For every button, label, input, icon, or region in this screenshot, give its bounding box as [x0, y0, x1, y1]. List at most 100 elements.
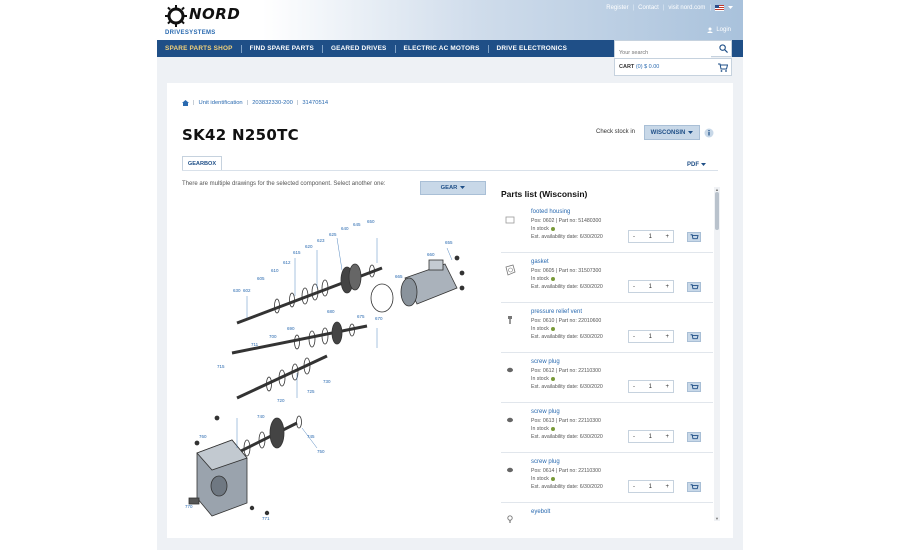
drawing-label[interactable]: 725 — [307, 389, 315, 394]
drawing-label[interactable]: 615 — [293, 250, 301, 255]
quantity-stepper: - 1 + — [628, 480, 674, 493]
user-icon — [707, 27, 714, 33]
nav-spare-parts-shop[interactable]: SPARE PARTS SHOP — [157, 44, 242, 53]
drawing-label[interactable]: 745 — [307, 434, 315, 439]
part-name[interactable]: screw plug — [531, 409, 560, 415]
flag-us-icon[interactable] — [715, 5, 724, 11]
contact-link[interactable]: Contact — [638, 5, 659, 11]
tab-gearbox[interactable]: GEARBOX — [182, 156, 222, 171]
qty-minus-button[interactable]: - — [633, 334, 635, 340]
qty-plus-button[interactable]: + — [665, 484, 669, 490]
drawing-label[interactable]: 675 — [357, 314, 365, 319]
part-name[interactable]: pressure relief vent — [531, 309, 582, 315]
nord-logo[interactable]: NORD DRIVESYSTEMS — [165, 3, 245, 39]
drawing-label[interactable]: 730 — [323, 379, 331, 384]
drawing-select-dropdown[interactable]: GEAR — [420, 181, 486, 195]
drawing-select-value: GEAR — [440, 185, 458, 191]
login-link[interactable]: Login — [707, 27, 731, 33]
drawing-label[interactable]: 660 — [427, 252, 435, 257]
add-to-cart-button[interactable] — [687, 332, 701, 342]
qty-value[interactable]: 1 — [649, 384, 652, 390]
quantity-stepper: - 1 + — [628, 380, 674, 393]
drawing-label[interactable]: 655 — [445, 240, 453, 245]
qty-plus-button[interactable]: + — [665, 384, 669, 390]
nav-electric-ac-motors[interactable]: ELECTRIC AC MOTORS — [396, 44, 489, 53]
drawing-label[interactable]: 645 — [353, 222, 361, 227]
pdf-dropdown[interactable]: PDF — [687, 162, 706, 168]
drawing-label[interactable]: 700 — [269, 334, 277, 339]
drawing-label[interactable]: 711 — [251, 342, 259, 347]
parts-list-scrollbar[interactable]: ▲ ▼ — [714, 187, 720, 521]
drawing-label[interactable]: 612 — [283, 260, 291, 265]
drawing-label[interactable]: 602 — [243, 288, 251, 293]
scrollbar-thumb[interactable] — [715, 192, 719, 230]
part-row[interactable]: screw plug Pos: 0613 | Part no: 22110300… — [501, 403, 713, 453]
breadcrumb-item[interactable]: 31470514 — [302, 100, 328, 106]
qty-value[interactable]: 1 — [649, 284, 652, 290]
add-to-cart-button[interactable] — [687, 482, 701, 492]
drawing-label[interactable]: 760 — [199, 434, 207, 439]
info-icon[interactable] — [704, 128, 714, 138]
drawing-label[interactable]: 623 — [317, 238, 325, 243]
drawing-label[interactable]: 690 — [287, 326, 295, 331]
add-to-cart-button[interactable] — [687, 432, 701, 442]
qty-minus-button[interactable]: - — [633, 234, 635, 240]
nav-geared-drives[interactable]: GEARED DRIVES — [323, 44, 396, 53]
drawing-label[interactable]: 670 — [375, 316, 383, 321]
part-name[interactable]: screw plug — [531, 459, 560, 465]
drawing-label[interactable]: 605 — [257, 276, 265, 281]
part-name[interactable]: screw plug — [531, 359, 560, 365]
qty-plus-button[interactable]: + — [665, 434, 669, 440]
drawing-label[interactable]: 680 — [327, 309, 335, 314]
add-to-cart-button[interactable] — [687, 382, 701, 392]
search-icon[interactable] — [719, 44, 728, 53]
drawing-label[interactable]: 665 — [395, 274, 403, 279]
part-row[interactable]: footed housing Pos: 0602 | Part no: 5148… — [501, 203, 713, 253]
qty-minus-button[interactable]: - — [633, 384, 635, 390]
qty-plus-button[interactable]: + — [665, 234, 669, 240]
register-link[interactable]: Register — [606, 5, 628, 11]
stock-location-dropdown[interactable]: WISCONSIN — [644, 125, 700, 140]
drawing-label[interactable]: 740 — [257, 414, 265, 419]
breadcrumb-item[interactable]: 203832330-200 — [252, 100, 293, 106]
qty-minus-button[interactable]: - — [633, 284, 635, 290]
drawing-label[interactable]: 771 — [262, 516, 270, 521]
nav-find-spare-parts[interactable]: FIND SPARE PARTS — [242, 44, 323, 53]
qty-minus-button[interactable]: - — [633, 484, 635, 490]
cart-summary[interactable]: CART (0) $ 0.00 — [614, 58, 732, 76]
cart-value: (0) $ 0.00 — [635, 64, 660, 70]
nav-drive-electronics[interactable]: DRIVE ELECTRONICS — [489, 45, 576, 53]
add-to-cart-button[interactable] — [687, 232, 701, 242]
home-icon[interactable] — [182, 100, 189, 106]
part-name[interactable]: gasket — [531, 259, 549, 265]
part-name[interactable]: eyebolt — [531, 509, 550, 515]
visit-nord-link[interactable]: visit nord.com — [668, 5, 705, 11]
add-to-cart-button[interactable] — [687, 282, 701, 292]
drawing-label[interactable]: 720 — [277, 398, 285, 403]
exploded-view-drawing[interactable]: 630 602 605 610 612 615 620 623 625 640 … — [177, 208, 487, 526]
drawing-label[interactable]: 625 — [329, 232, 337, 237]
part-row[interactable]: eyebolt — [501, 503, 713, 523]
part-name[interactable]: footed housing — [531, 209, 570, 215]
drawing-label[interactable]: 610 — [271, 268, 279, 273]
part-row[interactable]: pressure relief vent Pos: 0610 | Part no… — [501, 303, 713, 353]
qty-value[interactable]: 1 — [649, 234, 652, 240]
part-row[interactable]: screw plug Pos: 0612 | Part no: 22110300… — [501, 353, 713, 403]
part-row[interactable]: screw plug Pos: 0614 | Part no: 22110300… — [501, 453, 713, 503]
qty-value[interactable]: 1 — [649, 334, 652, 340]
qty-plus-button[interactable]: + — [665, 284, 669, 290]
qty-value[interactable]: 1 — [649, 484, 652, 490]
part-row[interactable]: gasket Pos: 0605 | Part no: 31507300 In … — [501, 253, 713, 303]
drawing-label[interactable]: 715 — [217, 364, 225, 369]
drawing-label[interactable]: 620 — [305, 244, 313, 249]
qty-plus-button[interactable]: + — [665, 334, 669, 340]
qty-minus-button[interactable]: - — [633, 434, 635, 440]
drawing-label[interactable]: 750 — [317, 449, 325, 454]
scroll-down-arrow[interactable]: ▼ — [714, 516, 720, 521]
drawing-label[interactable]: 630 — [233, 288, 241, 293]
qty-value[interactable]: 1 — [649, 434, 652, 440]
drawing-label[interactable]: 640 — [341, 226, 349, 231]
drawing-label[interactable]: 770 — [185, 504, 193, 509]
breadcrumb-item[interactable]: Unit identification — [199, 100, 243, 106]
drawing-label[interactable]: 650 — [367, 219, 375, 224]
